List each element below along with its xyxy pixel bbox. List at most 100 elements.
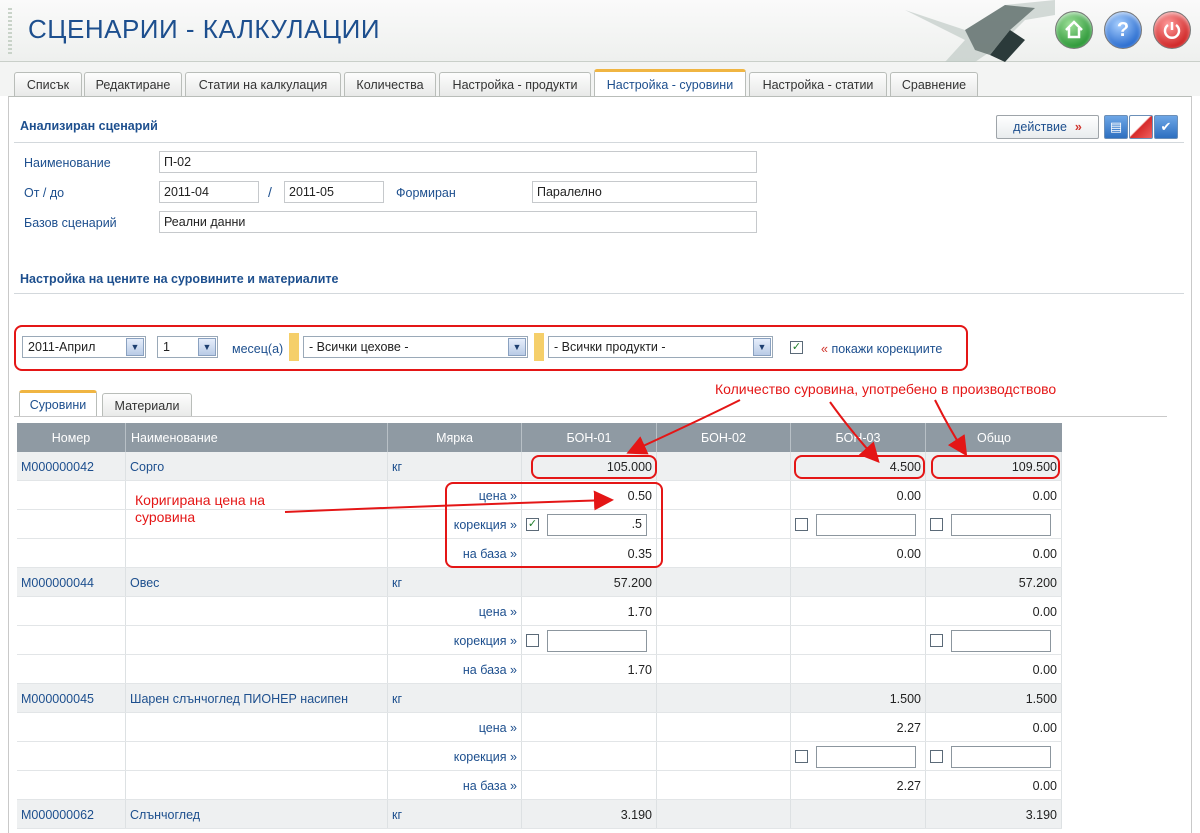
tab-settings-products[interactable]: Настройка - продукти bbox=[439, 72, 591, 96]
correction-cell bbox=[791, 626, 926, 655]
correction-link[interactable]: корекция » bbox=[388, 626, 522, 655]
main-tabs: Списък Редактиране Статии на калкулация … bbox=[0, 62, 1200, 97]
formed-field[interactable]: Паралелно bbox=[532, 181, 757, 203]
empty-cell bbox=[17, 510, 126, 539]
material-name-link[interactable]: Сорго bbox=[126, 452, 388, 481]
base-price-cell: 1.70 bbox=[522, 655, 657, 684]
base-scenario-field[interactable]: Реални данни bbox=[159, 211, 757, 233]
table-row-base: на база » 1.70 0.00 bbox=[17, 655, 1062, 684]
quantity-cell bbox=[657, 684, 791, 713]
name-field[interactable]: П-02 bbox=[159, 151, 757, 173]
tab-settings-items[interactable]: Настройка - статии bbox=[749, 72, 887, 96]
logout-button[interactable] bbox=[1153, 11, 1191, 49]
correction-input[interactable] bbox=[547, 629, 647, 652]
price-link[interactable]: цена » bbox=[388, 713, 522, 742]
material-unit: кг bbox=[388, 684, 522, 713]
empty-cell bbox=[126, 713, 388, 742]
material-name-link[interactable]: Слънчоглед bbox=[126, 800, 388, 829]
app-header: СЦЕНАРИИ - КАЛКУЛАЦИИ ? bbox=[0, 0, 1200, 62]
divider bbox=[14, 142, 1184, 143]
correction-input[interactable] bbox=[816, 745, 916, 768]
correction-checkbox[interactable] bbox=[930, 750, 943, 763]
base-price-cell bbox=[791, 655, 926, 684]
empty-cell bbox=[126, 539, 388, 568]
price-link[interactable]: цена » bbox=[388, 597, 522, 626]
correction-cell bbox=[926, 626, 1062, 655]
quantity-cell bbox=[791, 568, 926, 597]
correction-cell bbox=[657, 742, 791, 771]
material-number-link[interactable]: M000000045 bbox=[17, 684, 126, 713]
table-row-base: на база » 2.27 0.00 bbox=[17, 771, 1062, 800]
base-price-cell: 0.00 bbox=[926, 771, 1062, 800]
from-field[interactable]: 2011-04 bbox=[159, 181, 259, 203]
base-price-link[interactable]: на база » bbox=[388, 771, 522, 800]
column-header-bon03: БОН-03 bbox=[791, 423, 926, 452]
subtab-materials[interactable]: Материали bbox=[102, 393, 192, 417]
formed-label: Формиран bbox=[396, 186, 456, 200]
material-number-link[interactable]: M000000044 bbox=[17, 568, 126, 597]
column-header-unit: Мярка bbox=[388, 423, 522, 452]
quantity-cell bbox=[657, 452, 791, 481]
empty-cell bbox=[17, 626, 126, 655]
price-cell bbox=[657, 481, 791, 510]
power-icon bbox=[1163, 22, 1181, 39]
correction-cell bbox=[926, 510, 1062, 539]
action-label: действие bbox=[1013, 120, 1067, 134]
quantity-cell: 57.200 bbox=[926, 568, 1062, 597]
material-number-link[interactable]: M000000062 bbox=[17, 800, 126, 829]
base-price-cell: 0.00 bbox=[926, 655, 1062, 684]
section-title-prices: Настройка на цените на суровините и мате… bbox=[20, 272, 339, 286]
material-number-link[interactable]: M000000042 bbox=[17, 452, 126, 481]
print-button[interactable]: ▤ bbox=[1104, 115, 1128, 139]
base-price-cell bbox=[522, 771, 657, 800]
help-button[interactable]: ? bbox=[1104, 11, 1142, 49]
material-unit: кг bbox=[388, 568, 522, 597]
quantity-cell bbox=[791, 800, 926, 829]
price-cell: 0.00 bbox=[926, 597, 1062, 626]
material-unit: кг bbox=[388, 800, 522, 829]
to-field[interactable]: 2011-05 bbox=[284, 181, 384, 203]
table-row-material: M000000045 Шарен слънчоглед ПИОНЕР насипе… bbox=[17, 684, 1062, 713]
empty-cell bbox=[17, 742, 126, 771]
confirm-button[interactable]: ✔ bbox=[1154, 115, 1178, 139]
table-row-correction: корекция » bbox=[17, 626, 1062, 655]
correction-input[interactable] bbox=[816, 513, 916, 536]
annotation-qty-highlight bbox=[794, 455, 925, 479]
correction-checkbox[interactable] bbox=[930, 634, 943, 647]
tab-edit[interactable]: Редактиране bbox=[84, 72, 182, 96]
empty-cell bbox=[17, 597, 126, 626]
base-price-cell bbox=[657, 655, 791, 684]
quantity-cell: 3.190 bbox=[926, 800, 1062, 829]
correction-input[interactable] bbox=[951, 629, 1051, 652]
name-label: Наименование bbox=[24, 156, 111, 170]
empty-cell bbox=[17, 655, 126, 684]
empty-cell bbox=[17, 713, 126, 742]
tab-calc-items[interactable]: Статии на калкулация bbox=[185, 72, 341, 96]
column-header-name: Наименование bbox=[126, 423, 388, 452]
subtab-raw-materials[interactable]: Суровини bbox=[19, 390, 97, 417]
bird-logo-icon bbox=[905, 0, 1055, 62]
correction-input[interactable] bbox=[951, 745, 1051, 768]
material-name-link[interactable]: Овес bbox=[126, 568, 388, 597]
tab-quantities[interactable]: Количества bbox=[344, 72, 436, 96]
tab-comparison[interactable]: Сравнение bbox=[890, 72, 978, 96]
correction-checkbox[interactable] bbox=[930, 518, 943, 531]
correction-input[interactable] bbox=[951, 513, 1051, 536]
correction-checkbox[interactable] bbox=[795, 518, 808, 531]
period-label: От / до bbox=[24, 186, 65, 200]
quantity-cell: 1.500 bbox=[926, 684, 1062, 713]
correction-checkbox[interactable] bbox=[526, 634, 539, 647]
tab-settings-raw-materials[interactable]: Настройка - суровини bbox=[594, 69, 746, 97]
column-header-bon02: БОН-02 bbox=[657, 423, 791, 452]
quantity-cell bbox=[657, 568, 791, 597]
home-button[interactable] bbox=[1055, 11, 1093, 49]
correction-link[interactable]: корекция » bbox=[388, 742, 522, 771]
annotation-qty-highlight bbox=[931, 455, 1060, 479]
clear-button[interactable] bbox=[1129, 115, 1153, 139]
tab-list[interactable]: Списък bbox=[14, 72, 82, 96]
action-button[interactable]: действие » bbox=[996, 115, 1099, 139]
quantity-cell: 1.500 bbox=[791, 684, 926, 713]
material-name-link[interactable]: Шарен слънчоглед ПИОНЕР насипен bbox=[126, 684, 388, 713]
base-price-link[interactable]: на база » bbox=[388, 655, 522, 684]
correction-checkbox[interactable] bbox=[795, 750, 808, 763]
